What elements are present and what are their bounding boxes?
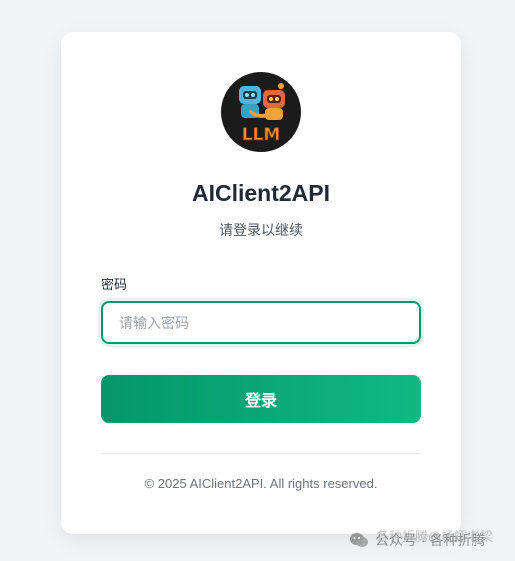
login-subtitle: 请登录以继续 (219, 222, 303, 238)
login-button[interactable]: 登录 (101, 375, 421, 423)
watermark-front: 公众号 · 各种折腾 (349, 530, 485, 550)
wechat-icon (350, 533, 368, 547)
divider (101, 453, 421, 454)
watermark-text: 公众号 · 各种折腾 (375, 532, 486, 548)
svg-text:LLM: LLM (242, 125, 281, 145)
copyright-text: © 2025 AIClient2API. All rights reserved… (144, 476, 378, 491)
password-input[interactable] (101, 301, 421, 344)
password-label: 密码 (101, 277, 128, 292)
llm-robot-logo: LLM (221, 72, 301, 152)
login-card: LLM AIClient2API 请登录以继续 密码 登录 © 2025 AIC… (61, 32, 461, 534)
app-title: AIClient2API (191, 180, 331, 206)
login-page: LLM AIClient2API 请登录以继续 密码 登录 © 2025 AIC… (0, 0, 515, 561)
